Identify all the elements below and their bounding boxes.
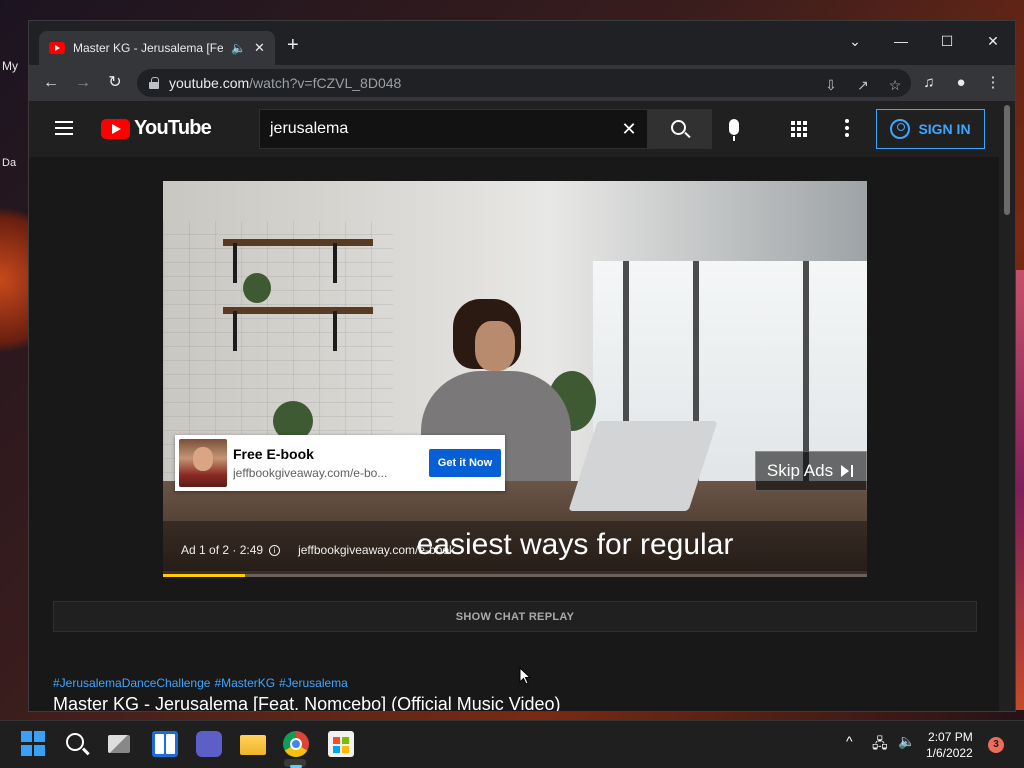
skip-ads-label: Skip Ads <box>766 461 834 480</box>
taskbar-search-icon[interactable] <box>64 731 90 757</box>
start-menu-icon[interactable] <box>21 731 47 757</box>
desktop-icon-label[interactable]: My <box>2 59 18 73</box>
taskbar-clock[interactable]: 2:07 PM 1/6/2022 <box>926 729 973 761</box>
volume-icon[interactable]: 🔈 <box>898 733 915 750</box>
minimize-button[interactable]: — <box>881 27 921 55</box>
youtube-header: YouTube jerusalema ✕ SIGN IN <box>29 101 1001 157</box>
title-bar: Master KG - Jerusalema [Feat. Nomcebo] (… <box>29 21 1015 65</box>
skip-ads-button[interactable]: Skip Ads <box>755 451 867 491</box>
network-icon[interactable]: 🖧 <box>872 733 888 757</box>
search-input[interactable]: jerusalema ✕ <box>259 109 648 149</box>
scrollbar-thumb[interactable] <box>1004 105 1010 215</box>
ad-info-bar: Ad 1 of 2 · 2:49 i jeffbookgiveaway.com/… <box>181 543 455 557</box>
ad-counter: Ad 1 of 2 · 2:49 <box>181 543 264 557</box>
windows-taskbar: ^ 🖧 🔈 2:07 PM 1/6/2022 3 <box>0 720 1024 768</box>
youtube-favicon-icon <box>49 42 65 54</box>
browser-menu-icon[interactable]: ⋮ <box>979 69 1007 97</box>
ad-progress-fill <box>163 574 246 577</box>
share-icon[interactable]: ↗ <box>851 73 875 97</box>
youtube-logo[interactable]: YouTube <box>101 117 212 140</box>
clock-date: 1/6/2022 <box>926 746 973 760</box>
ad-video-frame <box>163 181 867 577</box>
video-title: Master KG - Jerusalema [Feat. Nomcebo] (… <box>53 694 561 712</box>
clear-search-icon[interactable]: ✕ <box>611 119 647 140</box>
search-button[interactable] <box>648 109 712 149</box>
search-icon <box>671 120 686 135</box>
address-bar[interactable]: youtube.com/watch?v=fCZVL_8D048 ⇩ ↗ ☆ <box>137 69 911 97</box>
show-chat-replay-button[interactable]: SHOW CHAT REPLAY <box>53 601 977 632</box>
youtube-logo-text: YouTube <box>134 117 212 139</box>
tab-close-icon[interactable]: ✕ <box>254 40 265 56</box>
forward-arrow-icon[interactable]: → <box>69 69 97 97</box>
sign-in-button[interactable]: SIGN IN <box>876 109 985 149</box>
hamburger-menu-icon[interactable] <box>55 121 73 135</box>
task-view-icon[interactable] <box>108 731 134 757</box>
youtube-play-icon <box>101 118 130 139</box>
search-query[interactable]: jerusalema <box>270 120 611 138</box>
chrome-window: Master KG - Jerusalema [Feat. Nomcebo] (… <box>28 20 1016 712</box>
page-scrollbar[interactable] <box>999 101 1015 711</box>
browser-tab[interactable]: Master KG - Jerusalema [Feat. Nomcebo] (… <box>39 31 275 65</box>
account-circle-icon <box>890 119 911 139</box>
youtube-page: YouTube jerusalema ✕ SIGN IN Free E-book… <box>29 101 1001 712</box>
ad-url[interactable]: jeffbookgiveaway.com/e-bo... <box>233 466 423 480</box>
get-it-now-button[interactable]: Get it Now <box>429 449 501 477</box>
new-tab-button[interactable]: + <box>287 35 299 55</box>
ad-thumbnail[interactable] <box>179 439 227 487</box>
desktop-icon-label[interactable]: Da <box>2 157 16 169</box>
video-player[interactable]: Free E-book jeffbookgiveaway.com/e-bo...… <box>163 181 867 577</box>
install-app-icon[interactable]: ⇩ <box>819 73 843 97</box>
hashtag-link[interactable]: #Jerusalema <box>279 676 348 690</box>
microsoft-store-icon[interactable] <box>328 731 354 757</box>
info-icon[interactable]: i <box>269 544 281 556</box>
apps-grid-icon[interactable] <box>791 121 807 137</box>
lock-icon[interactable] <box>149 77 159 89</box>
profile-avatar-icon[interactable]: ● <box>947 69 975 97</box>
url-text[interactable]: youtube.com/watch?v=fCZVL_8D048 <box>169 75 401 91</box>
clock-time: 2:07 PM <box>928 730 973 744</box>
hashtag-link[interactable]: #JerusalemaDanceChallenge <box>53 676 210 690</box>
ad-title[interactable]: Free E-book <box>233 446 423 462</box>
back-arrow-icon[interactable]: ← <box>37 69 65 97</box>
skip-next-icon <box>841 465 855 477</box>
settings-more-icon[interactable] <box>845 119 851 139</box>
teams-chat-icon[interactable] <box>196 731 222 757</box>
close-window-button[interactable]: ✕ <box>973 27 1013 55</box>
tab-search-dropdown-icon[interactable]: ⌄ <box>835 27 875 55</box>
mouse-cursor-icon <box>519 667 531 685</box>
media-queue-icon[interactable]: ♫ <box>915 69 943 97</box>
browser-toolbar: ← → ↻ youtube.com/watch?v=fCZVL_8D048 ⇩ … <box>29 65 1015 101</box>
ad-progress-bar[interactable] <box>163 574 867 577</box>
ad-overlay-banner[interactable]: Free E-book jeffbookgiveaway.com/e-bo...… <box>175 435 505 491</box>
wallpaper-swirl <box>0 180 28 380</box>
hashtag-link[interactable]: #MasterKG <box>214 676 275 690</box>
chrome-icon[interactable] <box>283 731 309 757</box>
microphone-icon[interactable] <box>729 119 739 141</box>
ad-footer-url[interactable]: jeffbookgiveaway.com/e-book <box>298 543 455 557</box>
file-explorer-icon[interactable] <box>240 731 266 757</box>
notification-badge[interactable]: 3 <box>988 737 1004 753</box>
sign-in-label: SIGN IN <box>918 121 971 137</box>
speaker-icon[interactable]: 🔈 <box>231 41 246 55</box>
hashtag-list: #JerusalemaDanceChallenge #MasterKG #Jer… <box>53 676 348 690</box>
bookmark-star-icon[interactable]: ☆ <box>883 73 907 97</box>
tab-title: Master KG - Jerusalema [Feat. Nomcebo] (… <box>73 41 223 55</box>
maximize-button[interactable]: ☐ <box>927 27 967 55</box>
reload-icon[interactable]: ↻ <box>101 69 129 97</box>
widgets-icon[interactable] <box>152 731 178 757</box>
show-hidden-icons-chevron-icon[interactable]: ^ <box>846 733 853 749</box>
